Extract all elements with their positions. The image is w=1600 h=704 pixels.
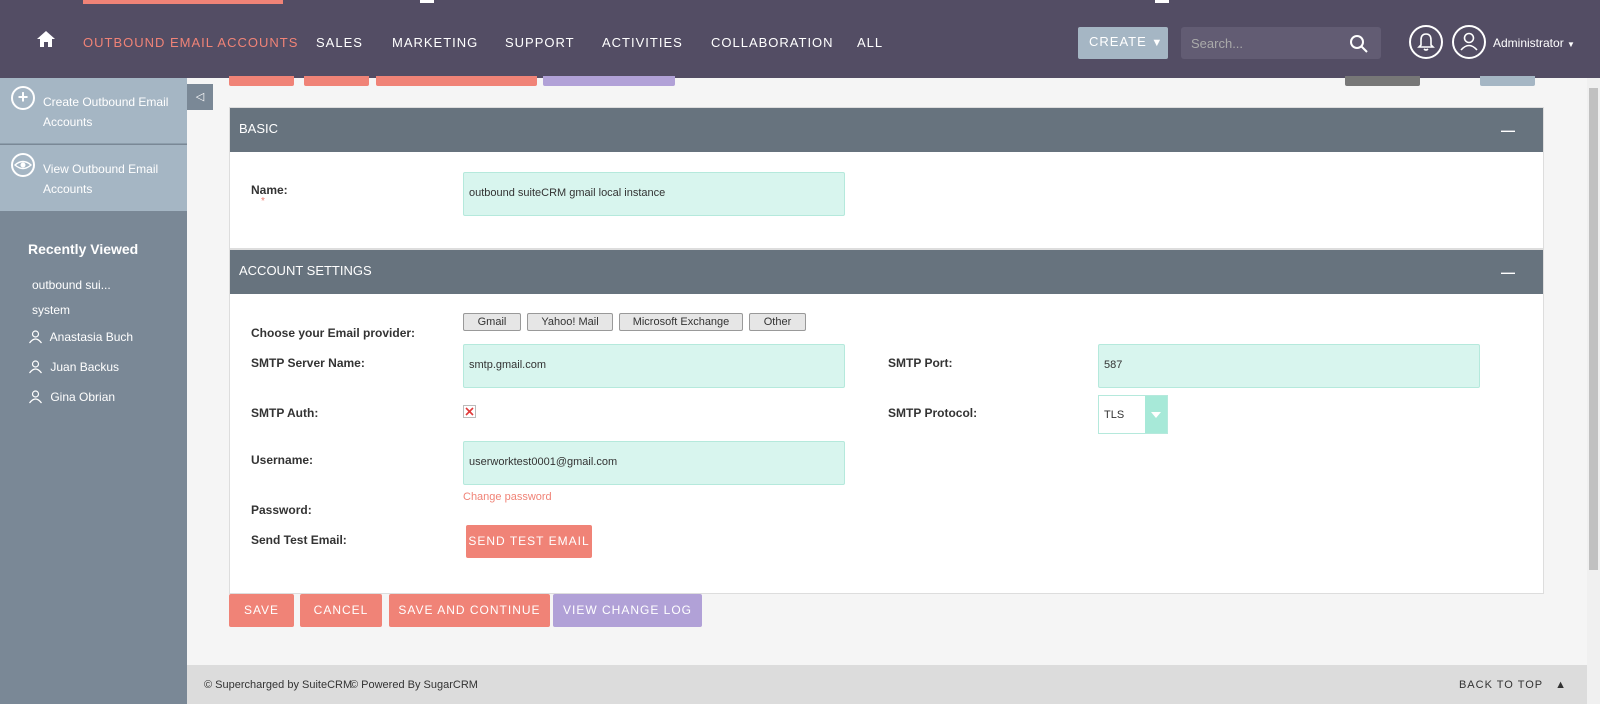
sidebar-action-create[interactable]: + Create Outbound Email Accounts — [0, 78, 187, 144]
sidebar-action-view[interactable]: View Outbound Email Accounts — [0, 145, 187, 211]
required-marker: * — [261, 196, 265, 207]
account-settings-panel: ACCOUNT SETTINGS — — [229, 249, 1544, 594]
smtp-auth-label: SMTP Auth: — [251, 406, 319, 420]
search-placeholder: Search... — [1191, 36, 1244, 51]
footer: © Supercharged by SuiteCRM © Powered By … — [187, 665, 1587, 704]
search-icon[interactable] — [1349, 34, 1369, 54]
smtp-protocol-value: TLS — [1104, 409, 1125, 421]
smtp-protocol-select[interactable]: TLS — [1098, 395, 1168, 434]
sidebar: + Create Outbound Email Accounts View Ou… — [0, 78, 187, 704]
vertical-scrollbar[interactable] — [1587, 78, 1600, 704]
password-label: Password: — [251, 503, 312, 517]
powered-by-link[interactable]: © Powered By SugarCRM — [350, 679, 478, 691]
person-icon — [29, 390, 42, 404]
recent-item[interactable]: outbound sui... — [32, 278, 111, 292]
cancel-button[interactable]: CANCEL — [300, 594, 382, 627]
back-to-top-link[interactable]: BACK TO TOP ▲ — [1459, 679, 1567, 691]
home-icon[interactable] — [36, 29, 56, 49]
smtp-port-label: SMTP Port: — [888, 356, 953, 370]
recent-item-label: Anastasia Buch — [49, 330, 134, 344]
recent-item[interactable]: Juan Backus — [28, 359, 119, 374]
person-icon — [29, 330, 42, 344]
user-avatar[interactable] — [1452, 25, 1486, 59]
basic-panel-header[interactable]: BASIC — — [230, 108, 1543, 152]
nav-outbound-email-accounts[interactable]: OUTBOUND EMAIL ACCOUNTS — [83, 35, 298, 50]
ghost-button — [543, 76, 675, 86]
ghost-button — [1480, 76, 1535, 86]
smtp-server-label: SMTP Server Name: — [251, 356, 365, 370]
account-settings-panel-header[interactable]: ACCOUNT SETTINGS — — [230, 250, 1543, 294]
provider-yahoo-button[interactable]: Yahoo! Mail — [527, 313, 613, 331]
smtp-port-field[interactable]: 587 — [1098, 344, 1480, 388]
send-test-email-button[interactable]: SEND TEST EMAIL — [466, 525, 592, 558]
nav-activities[interactable]: ACTIVITIES — [602, 35, 683, 50]
chevron-down-icon — [1145, 396, 1167, 433]
indicator-mark — [420, 0, 434, 3]
create-button[interactable]: CREATE ▼ — [1078, 27, 1168, 59]
recent-item-label: Juan Backus — [50, 360, 120, 374]
bell-icon — [1417, 33, 1435, 51]
user-menu[interactable]: Administrator ▼ — [1493, 36, 1575, 50]
username-field[interactable]: userworktest0001@gmail.com — [463, 441, 845, 485]
panel-title: BASIC — [239, 121, 279, 136]
provider-gmail-button[interactable]: Gmail — [463, 313, 521, 331]
nav-all[interactable]: ALL — [857, 35, 883, 50]
smtp-server-field[interactable]: smtp.gmail.com — [463, 344, 845, 388]
save-button[interactable]: SAVE — [229, 594, 294, 627]
recently-viewed-title: Recently Viewed — [28, 241, 139, 257]
person-icon — [29, 360, 42, 374]
ghost-button — [304, 76, 369, 86]
create-label: CREATE — [1089, 34, 1147, 49]
eye-icon — [11, 153, 35, 177]
recent-item-label: Gina Obrian — [50, 390, 116, 404]
scrollbar-thumb[interactable] — [1589, 88, 1598, 570]
nav-collaboration[interactable]: COLLABORATION — [711, 35, 834, 50]
change-password-link[interactable]: Change password — [463, 491, 552, 503]
indicator-mark — [1155, 0, 1169, 3]
provider-exchange-button[interactable]: Microsoft Exchange — [619, 313, 743, 331]
triangle-left-icon: ◁ — [195, 91, 205, 103]
notifications-button[interactable] — [1409, 25, 1443, 59]
active-tab-indicator — [83, 0, 283, 4]
name-field[interactable]: outbound suiteCRM gmail local instance — [463, 172, 845, 216]
sidebar-collapse-button[interactable]: ◁ — [187, 84, 213, 110]
collapse-icon[interactable]: — — [1501, 122, 1515, 138]
name-label: Name: — [251, 183, 288, 197]
search-input[interactable]: Search... — [1181, 27, 1381, 59]
smtp-auth-checkbox[interactable] — [463, 405, 476, 418]
user-icon — [1460, 32, 1478, 51]
recent-item[interactable]: system — [32, 303, 70, 317]
smtp-protocol-label: SMTP Protocol: — [888, 406, 978, 420]
back-to-top-label: BACK TO TOP — [1458, 679, 1543, 691]
collapse-icon[interactable]: — — [1501, 264, 1515, 280]
username-label: Username: — [251, 453, 314, 467]
view-change-log-button[interactable]: VIEW CHANGE LOG — [553, 594, 702, 627]
check-x-icon — [463, 405, 476, 418]
recent-item[interactable]: Gina Obrian — [28, 389, 115, 404]
username-label: Administrator — [1493, 36, 1564, 50]
ghost-button — [376, 76, 537, 86]
nav-sales[interactable]: SALES — [316, 35, 363, 50]
email-provider-label: Choose your Email provider: — [251, 326, 416, 340]
nav-marketing[interactable]: MARKETING — [392, 35, 478, 50]
send-test-email-label: Send Test Email: — [251, 533, 347, 547]
basic-panel: BASIC — — [229, 107, 1544, 249]
ghost-button — [1345, 76, 1420, 86]
nav-support[interactable]: SUPPORT — [505, 35, 575, 50]
save-and-continue-button[interactable]: SAVE AND CONTINUE — [389, 594, 550, 627]
sidebar-action-label: View Outbound Email Accounts — [43, 162, 159, 196]
supercharged-link[interactable]: © Supercharged by SuiteCRM — [204, 679, 352, 691]
plus-icon: + — [11, 86, 35, 110]
caret-down-icon: ▼ — [1567, 40, 1575, 49]
panel-title: ACCOUNT SETTINGS — [239, 263, 372, 278]
caret-down-icon: ▼ — [1151, 37, 1164, 49]
sidebar-action-label: Create Outbound Email Accounts — [43, 95, 169, 129]
provider-other-button[interactable]: Other — [749, 313, 806, 331]
recent-item[interactable]: Anastasia Buch — [28, 329, 133, 344]
top-navigation: OUTBOUND EMAIL ACCOUNTS SALES MARKETING … — [0, 0, 1600, 78]
arrow-up-icon: ▲ — [1547, 679, 1567, 691]
ghost-button — [229, 76, 294, 86]
